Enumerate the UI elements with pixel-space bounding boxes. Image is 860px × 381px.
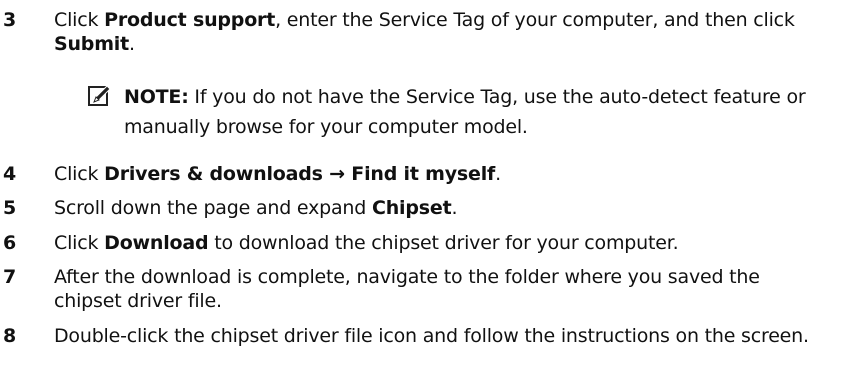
step-text-part: . bbox=[495, 163, 501, 185]
ui-term-chipset: Chipset bbox=[371, 197, 452, 219]
step-text-part: , enter the Service Tag of your computer… bbox=[275, 9, 795, 31]
step-text-part: Scroll down the page and expand bbox=[54, 197, 372, 219]
ui-term-submit: Submit bbox=[54, 33, 130, 55]
step-text: Click Download to download the chipset d… bbox=[54, 231, 830, 255]
step-text-part: Click bbox=[54, 232, 105, 254]
step-text: Click Drivers & downloads → Find it myse… bbox=[54, 162, 830, 186]
step-number: 7 bbox=[3, 266, 17, 288]
step-text-part: Click bbox=[54, 9, 105, 31]
instruction-page: { "steps": [ { "number": "3", "parts": [… bbox=[0, 0, 860, 381]
step-text: Scroll down the page and expand Chipset. bbox=[54, 196, 830, 220]
step-number: 5 bbox=[3, 197, 17, 219]
step-text-part: to download the chipset driver for your … bbox=[208, 232, 679, 254]
step-text: Double-click the chipset driver file ico… bbox=[54, 325, 809, 347]
ui-term-download: Download bbox=[104, 232, 209, 254]
ui-term-drivers-downloads: Drivers & downloads → Find it myself bbox=[104, 163, 496, 185]
step-text-part: . bbox=[129, 33, 135, 55]
step-text: After the download is complete, navigate… bbox=[54, 266, 760, 312]
step-number: 6 bbox=[3, 232, 17, 254]
note-label: NOTE: bbox=[124, 86, 189, 108]
step-text-part: . bbox=[451, 197, 458, 219]
step-text-part: Click bbox=[54, 163, 105, 185]
ui-term-product-support: Product support bbox=[104, 9, 276, 31]
note-pencil-icon bbox=[88, 84, 112, 108]
step-number: 3 bbox=[3, 9, 17, 31]
step-number: 8 bbox=[3, 325, 17, 347]
step-number: 4 bbox=[3, 163, 17, 185]
note-text: NOTE: If you do not have the Service Tag… bbox=[124, 82, 844, 142]
step-text: Click Product support, enter the Service… bbox=[54, 8, 830, 56]
note-body: If you do not have the Service Tag, use … bbox=[124, 86, 806, 138]
